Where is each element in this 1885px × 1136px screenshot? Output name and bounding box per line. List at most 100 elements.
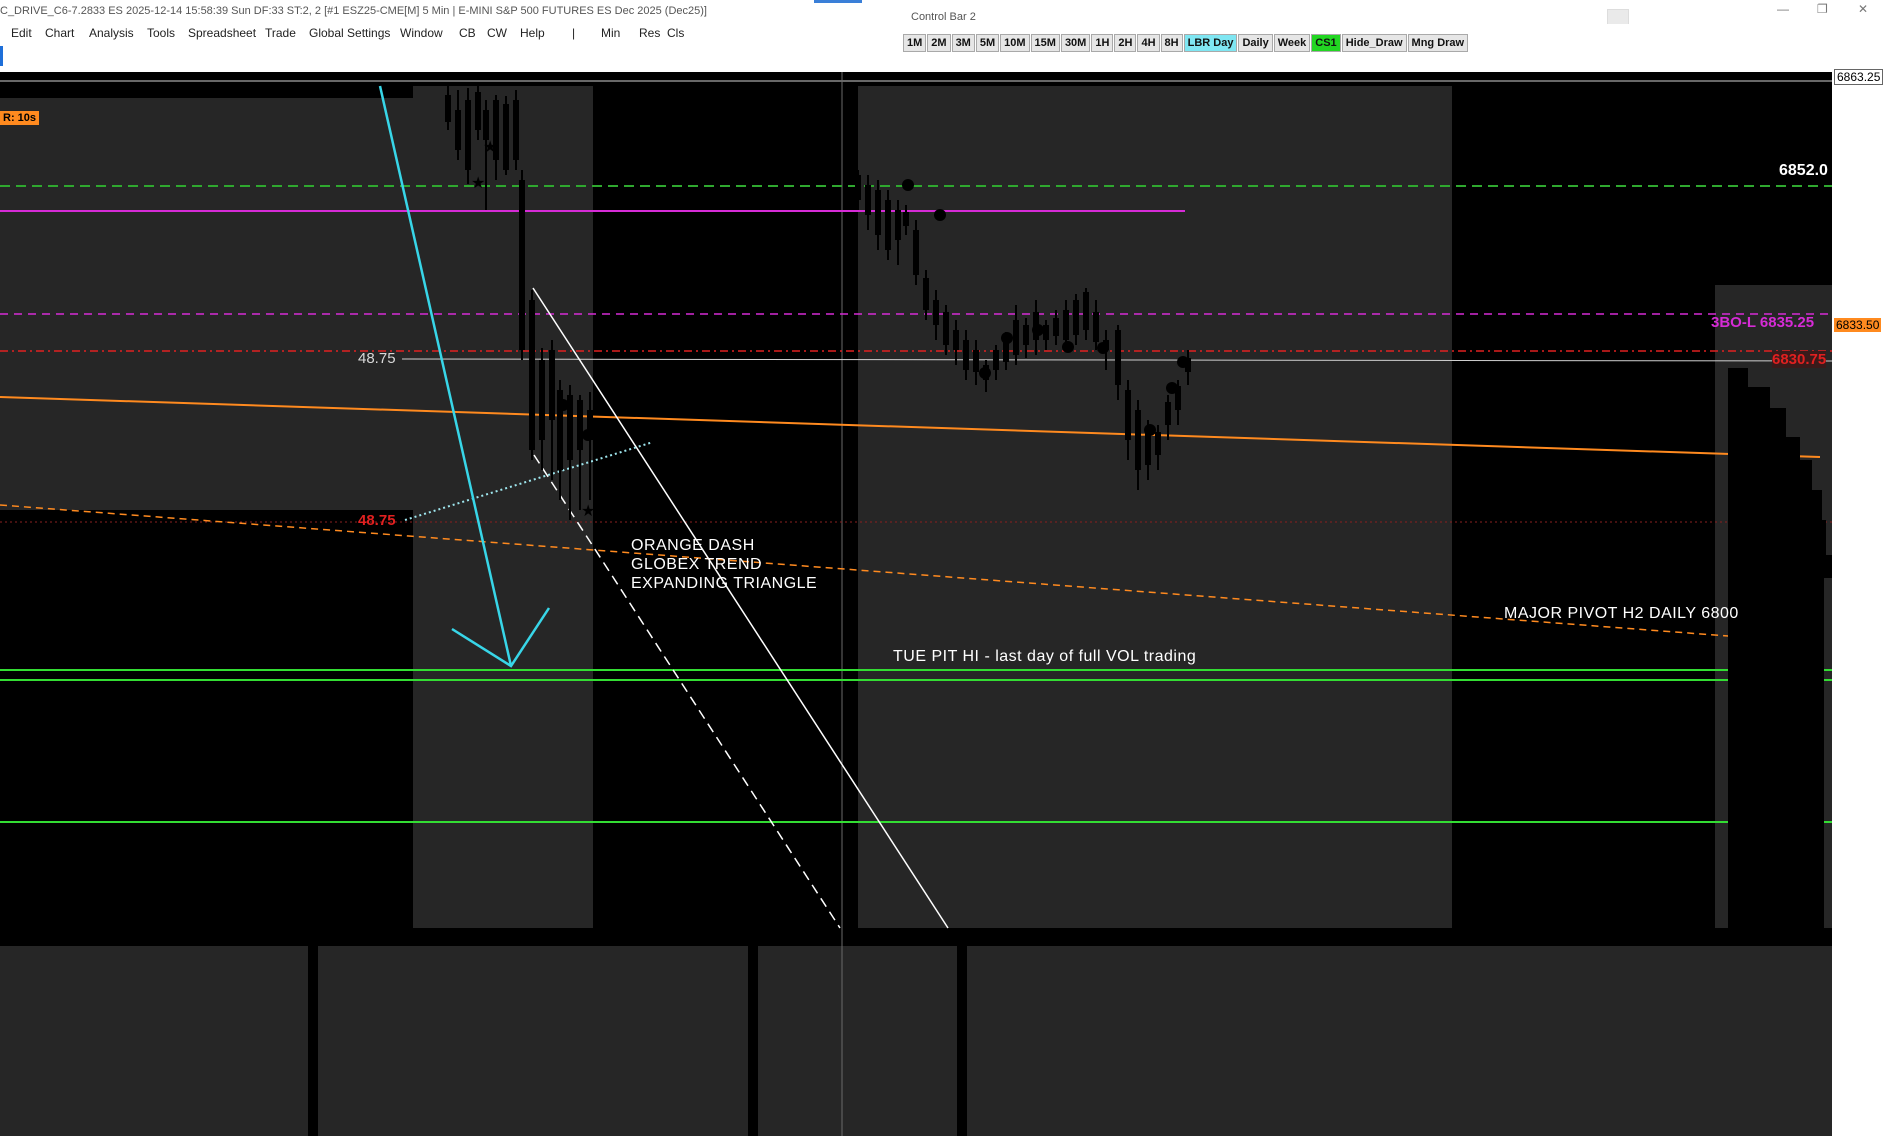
signal-dot xyxy=(902,179,914,191)
price-axis[interactable] xyxy=(1832,72,1885,1136)
candle-body xyxy=(895,210,901,240)
red-level-label: 6830.75 xyxy=(1772,351,1827,368)
menu-window[interactable]: Window xyxy=(400,26,443,40)
session-shade-left-top xyxy=(0,98,413,510)
window-title: C_DRIVE_C6-7.2833 ES 2025-12-14 15:58:39… xyxy=(0,5,707,17)
candle-body xyxy=(483,110,489,140)
candle-body xyxy=(455,110,461,150)
timeframe-button-3m[interactable]: 3M xyxy=(951,34,975,52)
menu-cb[interactable]: CB xyxy=(459,26,476,40)
timeframe-button-4h[interactable]: 4H xyxy=(1137,34,1160,52)
signal-dot xyxy=(1177,356,1189,368)
candle-body xyxy=(503,104,509,170)
timeframe-button-2h[interactable]: 2H xyxy=(1114,34,1137,52)
candle-body xyxy=(513,100,519,160)
candle-body xyxy=(465,100,471,170)
price-chart[interactable]: ★ ★ ★ R: 10s 6852.0 3BO-L 6835.25 6830.75 … xyxy=(0,72,1885,1136)
control-bar-title: Control Bar 2 xyxy=(911,11,976,23)
menu-cls[interactable]: Cls xyxy=(667,26,684,40)
candle-body xyxy=(953,330,959,350)
candle-body xyxy=(1165,402,1171,425)
candle-body xyxy=(875,190,881,235)
signal-dot xyxy=(1062,341,1074,353)
white-level-label: 48.75 xyxy=(358,350,396,367)
candle-body xyxy=(1155,432,1161,455)
candle-body xyxy=(549,350,555,420)
candle-body xyxy=(1115,330,1121,385)
menu-global-settings[interactable]: Global Settings xyxy=(309,26,390,40)
candle-body xyxy=(903,212,909,226)
session-shade-middle xyxy=(858,86,1452,928)
menu-separator: | xyxy=(572,26,576,40)
timeframe-button-8h[interactable]: 8H xyxy=(1160,34,1183,52)
timeframe-button-week[interactable]: Week xyxy=(1273,34,1311,52)
menu-chart[interactable]: Chart xyxy=(45,26,74,40)
signal-star: ★ xyxy=(471,173,485,192)
active-window-indicator xyxy=(0,46,3,66)
candle-body xyxy=(1125,390,1131,440)
candle-body xyxy=(1043,325,1049,340)
signal-dot xyxy=(1001,332,1013,344)
candle-body xyxy=(1023,325,1029,345)
candle-body xyxy=(1053,318,1059,336)
timeframe-button-10m[interactable]: 10M xyxy=(1000,34,1030,52)
timeframe-button-hide-draw[interactable]: Hide_Draw xyxy=(1341,34,1407,52)
lower-pane-gap xyxy=(308,946,318,1136)
signal-dot xyxy=(582,429,594,441)
menu-help[interactable]: Help xyxy=(520,26,545,40)
timeframe-button-daily[interactable]: Daily xyxy=(1238,34,1273,52)
signal-dot xyxy=(1097,342,1109,354)
timeframe-toolbar: 1M 2M 3M 5M 10M 15M 30M 1H 2H 4H 8H LBR Day Daily Wee… xyxy=(903,34,1469,52)
green-dash-level-label: 6852.0 xyxy=(1779,162,1828,179)
menu-trade[interactable]: Trade xyxy=(265,26,296,40)
timeframe-button-lbr-day[interactable]: LBR Day xyxy=(1183,34,1238,52)
timeframe-button-cs1[interactable]: CS1 xyxy=(1311,34,1341,52)
minimize-icon[interactable]: — xyxy=(1777,2,1789,16)
signal-star: ★ xyxy=(581,501,595,520)
close-icon[interactable]: ✕ xyxy=(1858,2,1868,16)
restore-icon[interactable]: ❐ xyxy=(1817,2,1828,16)
candle-body xyxy=(1093,312,1099,342)
session-shade-left-lower xyxy=(556,510,593,928)
timeframe-button-1m[interactable]: 1M xyxy=(903,34,927,52)
menu-spreadsheet[interactable]: Spreadsheet xyxy=(188,26,256,40)
signal-dot xyxy=(1032,324,1044,336)
candle-body xyxy=(475,92,481,130)
signal-dot xyxy=(557,399,569,411)
timeframe-button-mng-draw[interactable]: Mng Draw xyxy=(1407,34,1469,52)
annotation-globex-trend: GLOBEX TREND xyxy=(631,556,763,573)
signal-dot xyxy=(1144,424,1156,436)
candle-body xyxy=(1135,410,1141,470)
timeframe-button-5m[interactable]: 5M xyxy=(975,34,1000,52)
annotation-expanding-triangle: EXPANDING TRIANGLE xyxy=(631,575,818,592)
timeframe-button-15m[interactable]: 15M xyxy=(1030,34,1060,52)
candle-body xyxy=(933,300,939,325)
timeframe-button-30m[interactable]: 30M xyxy=(1060,34,1091,52)
title-bar: C_DRIVE_C6-7.2833 ES 2025-12-14 15:58:39… xyxy=(0,0,1885,31)
menu-analysis[interactable]: Analysis xyxy=(89,26,134,40)
candle-body xyxy=(519,180,525,350)
timeframe-button-1h[interactable]: 1H xyxy=(1091,34,1114,52)
candle-body xyxy=(943,312,949,345)
menu-tools[interactable]: Tools xyxy=(147,26,175,40)
candle-body xyxy=(923,278,929,310)
price-axis-current-label: 6833.50 xyxy=(1834,318,1882,332)
magenta-level-label: 3BO-L 6835.25 xyxy=(1711,314,1815,331)
candle-body xyxy=(1073,300,1079,335)
candle-body xyxy=(529,300,535,450)
signal-dot xyxy=(979,367,991,379)
candle-body xyxy=(963,340,969,370)
annotation-orange-dash: ORANGE DASH xyxy=(631,537,755,554)
annotation-major-pivot: MAJOR PIVOT H2 DAILY 6800 xyxy=(1504,605,1739,622)
menu-edit[interactable]: Edit xyxy=(11,26,32,40)
menu-min[interactable]: Min xyxy=(601,26,620,40)
candle-body xyxy=(885,200,891,250)
menu-cw[interactable]: CW xyxy=(487,26,507,40)
signal-dot xyxy=(1166,382,1178,394)
price-axis-top-label: 6863.25 xyxy=(1834,69,1884,85)
timer-badge: R: 10s xyxy=(0,111,40,125)
timeframe-button-2m[interactable]: 2M xyxy=(927,34,951,52)
menu-res[interactable]: Res xyxy=(639,26,660,40)
candle-body xyxy=(539,360,545,440)
candle-body xyxy=(855,175,861,200)
